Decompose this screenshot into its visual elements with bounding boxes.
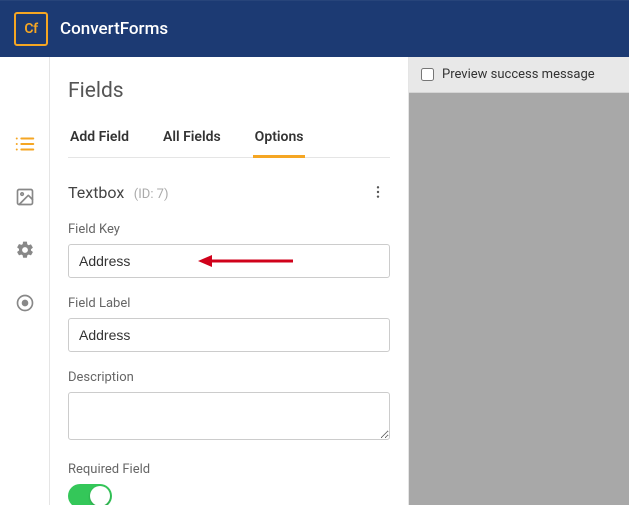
rail-settings-icon[interactable] xyxy=(13,238,37,262)
rail-target-icon[interactable] xyxy=(13,291,37,315)
toggle-knob xyxy=(90,486,110,505)
field-key-input[interactable] xyxy=(68,244,390,278)
icon-rail xyxy=(0,57,49,505)
required-label: Required Field xyxy=(68,462,390,477)
brand-logo: Cf xyxy=(14,12,48,46)
brand-name: ConvertForms xyxy=(60,19,168,39)
section-type: Textbox xyxy=(68,183,124,202)
field-label-input[interactable] xyxy=(68,318,390,352)
section-more-icon[interactable] xyxy=(366,180,390,204)
tabs: Add Field All Fields Options xyxy=(68,129,390,158)
app-topbar: Cf ConvertForms xyxy=(0,0,629,57)
preview-toolbar: Preview success message xyxy=(409,57,629,93)
tab-all-fields[interactable]: All Fields xyxy=(161,129,223,157)
field-label-group: Field Label xyxy=(68,296,390,352)
required-toggle[interactable] xyxy=(68,484,112,505)
field-label-label: Field Label xyxy=(68,296,390,311)
section-id: (ID: 7) xyxy=(134,187,169,202)
field-key-label: Field Key xyxy=(68,222,390,237)
description-label: Description xyxy=(68,370,390,385)
panel-title: Fields xyxy=(68,79,390,103)
rail-fields-icon[interactable] xyxy=(13,132,37,156)
preview-success-checkbox[interactable] xyxy=(421,68,434,81)
preview-success-label: Preview success message xyxy=(442,67,595,82)
preview-canvas xyxy=(409,93,629,505)
field-key-group: Field Key xyxy=(68,222,390,278)
preview-panel: Preview success message xyxy=(409,57,629,505)
description-group: Description xyxy=(68,370,390,444)
tab-options[interactable]: Options xyxy=(253,129,306,157)
description-input[interactable] xyxy=(68,392,390,440)
tab-add-field[interactable]: Add Field xyxy=(68,129,131,157)
rail-image-icon[interactable] xyxy=(13,185,37,209)
workspace: Fields Add Field All Fields Options Text… xyxy=(0,57,629,505)
editor-panel: Fields Add Field All Fields Options Text… xyxy=(49,57,409,505)
section-header: Textbox (ID: 7) xyxy=(68,180,390,204)
required-group: Required Field xyxy=(68,462,390,505)
